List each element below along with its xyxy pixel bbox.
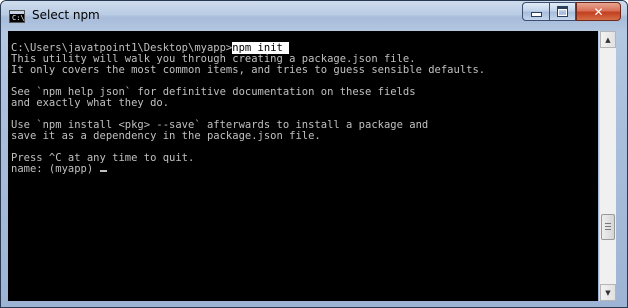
console-window: C:\ Select npm ✕ C:\Users\javatpoint1\De… [0,0,628,308]
input-prompt: name: (myapp) [11,163,100,175]
minimize-icon [530,12,542,17]
cmd-console-icon[interactable]: C:\ [9,10,25,23]
close-icon: ✕ [593,4,604,19]
text-cursor [99,170,107,172]
scroll-thumb[interactable] [601,214,615,240]
minimize-button[interactable] [522,2,549,21]
maximize-button[interactable] [549,2,576,21]
output-line: and exactly what they do. [11,97,170,109]
maximize-icon [557,6,568,17]
thumb-grip [605,226,611,227]
scroll-up-icon: ▲ [605,35,611,44]
scroll-down-icon: ▼ [605,288,611,297]
input-line[interactable]: name: (myapp) [11,164,485,175]
output-line: save it as a dependency in the package.j… [11,130,321,142]
icon-text: C:\ [12,14,25,22]
caption-buttons: ✕ [522,2,621,21]
vertical-scrollbar[interactable]: ▲ ▼ [599,31,616,301]
scroll-up-button[interactable]: ▲ [600,31,616,48]
scroll-down-button[interactable]: ▼ [600,284,616,301]
window-frame-bottom [1,301,627,307]
close-button[interactable]: ✕ [576,2,621,21]
thumb-grip [605,223,611,224]
output-line: It only covers the most common items, an… [11,64,486,76]
window-title: Select npm [32,8,100,22]
title-bar[interactable]: C:\ Select npm ✕ [1,1,627,31]
thumb-grip [605,229,611,230]
console-output[interactable]: C:\Users\javatpoint1\Desktop\myapp>npm i… [8,31,598,301]
console-text: C:\Users\javatpoint1\Desktop\myapp>npm i… [11,42,486,175]
